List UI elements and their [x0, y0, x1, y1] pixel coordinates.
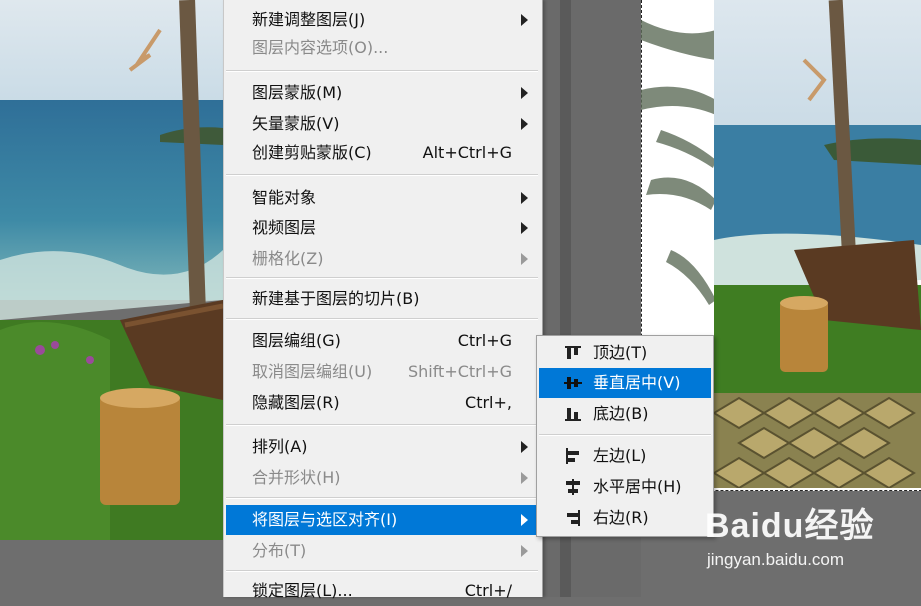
menu-separator — [226, 497, 538, 499]
menu-separator — [226, 174, 538, 176]
submenu-item-bottom-edges[interactable]: 底边(B) — [539, 399, 711, 429]
submenu-item-label: 垂直居中(V) — [593, 373, 681, 392]
submenu-item-right-edges[interactable]: 右边(R) — [539, 503, 711, 533]
submenu-item-label: 右边(R) — [593, 508, 649, 527]
align-vertical-center-icon — [564, 377, 582, 389]
submenu-item-horizontal-centers[interactable]: 水平居中(H) — [539, 472, 711, 502]
menu-item-label: 图层蒙版(M) — [252, 83, 343, 102]
align-bottom-icon — [565, 408, 581, 421]
workspace-background — [0, 540, 223, 597]
menu-separator — [226, 70, 538, 72]
menu-item-label: 智能对象 — [252, 188, 317, 207]
submenu-item-label: 底边(B) — [593, 404, 649, 423]
menu-item-shortcut: Alt+Ctrl+G — [422, 143, 512, 162]
align-submenu: 顶边(T) 垂直居中(V) 底边(B) 左边(L) 水平居中(H) 右边(R) — [536, 335, 714, 537]
submenu-item-vertical-centers[interactable]: 垂直居中(V) — [539, 368, 711, 398]
align-right-icon — [567, 510, 580, 526]
align-horizontal-center-icon — [566, 479, 580, 495]
menu-separator — [226, 570, 538, 572]
menu-item-label: 视频图层 — [252, 218, 317, 237]
menu-separator — [226, 277, 538, 279]
menu-item-label: 锁定图层(L)... — [252, 581, 353, 600]
menu-item-label: 分布(T) — [252, 541, 307, 560]
submenu-arrow-icon — [521, 472, 528, 484]
menu-item-shortcut: Shift+Ctrl+G — [407, 362, 512, 381]
pineapple-layer — [714, 393, 921, 488]
menu-item-align-layers-to-selection[interactable]: 将图层与选区对齐(I) — [226, 505, 538, 535]
menu-item-shortcut: Ctrl+G — [457, 331, 512, 350]
submenu-arrow-icon — [521, 253, 528, 265]
menu-item-label: 隐藏图层(R) — [252, 393, 340, 412]
menu-item-smart-object[interactable]: 智能对象 — [226, 183, 538, 213]
menu-item-label: 图层编组(G) — [252, 331, 341, 350]
watermark-url: jingyan.baidu.com — [707, 550, 845, 569]
menu-item-label: 矢量蒙版(V) — [252, 114, 340, 133]
submenu-arrow-icon — [521, 514, 528, 526]
align-top-icon — [565, 346, 581, 359]
menu-item-label: 将图层与选区对齐(I) — [252, 510, 398, 529]
watermark-brand: Baidu经验 — [705, 507, 875, 545]
menu-item-label: 新建基于图层的切片(B) — [252, 289, 420, 308]
submenu-item-label: 水平居中(H) — [593, 477, 682, 496]
submenu-arrow-icon — [521, 14, 528, 26]
submenu-arrow-icon — [521, 87, 528, 99]
menu-item-label: 取消图层编组(U) — [252, 362, 373, 381]
menu-item-new-layer-based-slice[interactable]: 新建基于图层的切片(B) — [226, 284, 538, 314]
menu-separator — [226, 424, 538, 426]
baidu-watermark: Baidu经验 jingyan.baidu.com — [705, 488, 921, 597]
menu-item-label: 新建调整图层(J) — [252, 10, 366, 29]
menu-separator — [226, 318, 538, 320]
menu-item-create-clipping-mask[interactable]: 创建剪贴蒙版(C) Alt+Ctrl+G — [226, 138, 538, 168]
menu-item-label: 创建剪贴蒙版(C) — [252, 143, 372, 162]
submenu-separator — [539, 434, 711, 436]
layer-menu: 新建调整图层(J) 图层内容选项(O)... 图层蒙版(M) 矢量蒙版(V) 创… — [223, 0, 543, 600]
menu-item-shortcut: Ctrl+/ — [464, 581, 512, 600]
menu-item-hide-layers[interactable]: 隐藏图层(R) Ctrl+, — [226, 388, 538, 418]
palm-frond-layer — [641, 0, 716, 330]
menu-item-label: 排列(A) — [252, 437, 308, 456]
menu-item-distribute[interactable]: 分布(T) — [226, 536, 538, 566]
submenu-arrow-icon — [521, 222, 528, 234]
menu-item-vector-mask[interactable]: 矢量蒙版(V) — [226, 109, 538, 139]
right-photo-layer — [714, 0, 921, 393]
submenu-arrow-icon — [521, 545, 528, 557]
menu-item-rasterize[interactable]: 栅格化(Z) — [226, 244, 538, 274]
menu-item-label: 栅格化(Z) — [252, 249, 324, 268]
submenu-arrow-icon — [521, 441, 528, 453]
submenu-item-label: 左边(L) — [593, 446, 647, 465]
submenu-item-top-edges[interactable]: 顶边(T) — [539, 338, 711, 368]
submenu-item-label: 顶边(T) — [593, 343, 648, 362]
menu-item-group-layers[interactable]: 图层编组(G) Ctrl+G — [226, 326, 538, 356]
menu-item-new-adjustment-layer[interactable]: 新建调整图层(J) — [226, 5, 538, 35]
menu-item-ungroup-layers[interactable]: 取消图层编组(U) Shift+Ctrl+G — [226, 357, 538, 387]
menu-item-label: 图层内容选项(O)... — [252, 38, 389, 57]
menu-item-layer-mask[interactable]: 图层蒙版(M) — [226, 78, 538, 108]
menu-item-layer-content-options[interactable]: 图层内容选项(O)... — [226, 33, 538, 63]
align-left-icon — [566, 448, 579, 464]
menu-item-lock-layers[interactable]: 锁定图层(L)... Ctrl+/ — [226, 576, 538, 606]
left-photo-canvas — [0, 0, 223, 540]
menu-item-combine-shapes[interactable]: 合并形状(H) — [226, 463, 538, 493]
submenu-arrow-icon — [521, 118, 528, 130]
menu-item-video-layers[interactable]: 视频图层 — [226, 213, 538, 243]
menu-item-label: 合并形状(H) — [252, 468, 341, 487]
menu-item-arrange[interactable]: 排列(A) — [226, 432, 538, 462]
submenu-item-left-edges[interactable]: 左边(L) — [539, 441, 711, 471]
submenu-arrow-icon — [521, 192, 528, 204]
menu-item-shortcut: Ctrl+, — [465, 393, 512, 412]
